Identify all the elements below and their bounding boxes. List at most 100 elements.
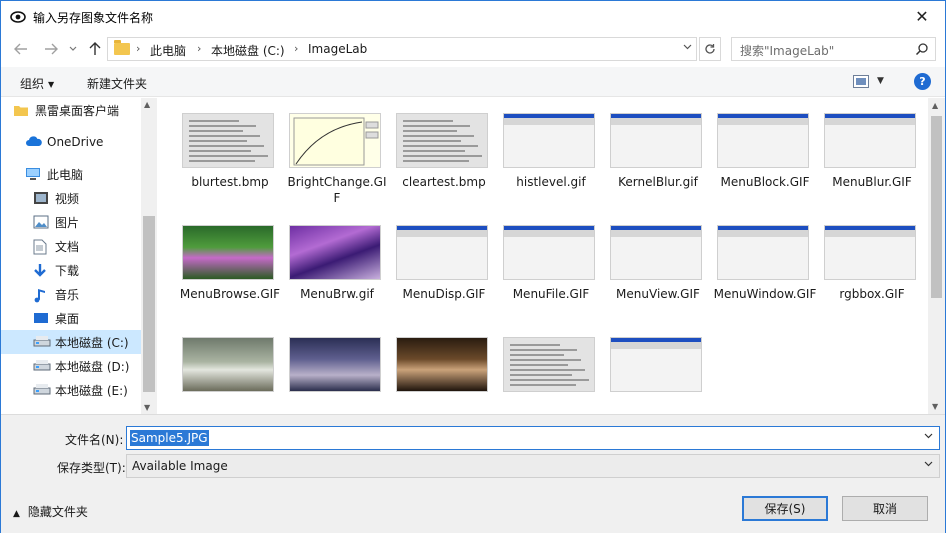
file-list-scrollbar[interactable]: ▲ ▼ xyxy=(928,98,945,414)
file-thumbnail xyxy=(610,337,702,392)
chevron-down-icon xyxy=(924,461,933,467)
refresh-button[interactable] xyxy=(699,37,721,61)
file-item[interactable]: MenuBlock.GIF xyxy=(713,98,813,208)
file-name: MenuView.GIF xyxy=(616,287,700,301)
file-thumbnail xyxy=(824,225,916,280)
arrow-right-icon xyxy=(45,43,58,55)
hide-folders-toggle[interactable]: ▲ 隐藏文件夹 xyxy=(13,503,88,520)
sidebar-item-onedrive[interactable]: OneDrive xyxy=(1,130,141,154)
breadcrumb-drive-c[interactable]: 本地磁盘 (C:) xyxy=(211,42,285,59)
scroll-down-icon[interactable]: ▼ xyxy=(144,403,150,412)
sidebar-item-item-5[interactable]: 文档 xyxy=(1,234,141,258)
file-name: MenuBrw.gif xyxy=(300,287,374,301)
sidebar-item-item-2[interactable]: 此电脑 xyxy=(1,162,141,186)
sidebar-item-item-3[interactable]: 视频 xyxy=(1,186,141,210)
back-button[interactable] xyxy=(11,39,31,59)
file-item[interactable]: KernelBlur.gif xyxy=(606,98,706,208)
file-item[interactable] xyxy=(499,322,599,414)
file-item[interactable]: rgbbox.GIF xyxy=(820,210,920,320)
file-item[interactable]: MenuBrw.gif xyxy=(285,210,385,320)
help-icon[interactable]: ? xyxy=(914,73,931,90)
file-item[interactable] xyxy=(178,322,278,414)
thumbnail-text-line xyxy=(189,130,243,132)
address-bar[interactable]: › 此电脑 › 本地磁盘 (C:) › ImageLab xyxy=(107,37,697,61)
file-item[interactable] xyxy=(285,322,385,414)
cloud-icon xyxy=(25,135,42,149)
file-item[interactable]: blurtest.bmp xyxy=(178,98,278,208)
cancel-button[interactable]: 取消 xyxy=(842,496,928,521)
breadcrumb-this-pc[interactable]: 此电脑 xyxy=(150,42,186,59)
file-item[interactable] xyxy=(392,322,492,414)
eye-icon xyxy=(10,11,26,23)
address-dropdown-button[interactable] xyxy=(683,42,692,53)
file-thumbnail xyxy=(396,225,488,280)
thumbnail-text-line xyxy=(189,135,260,137)
sidebar-item-item-0[interactable]: 黑雷桌面客户端 xyxy=(1,98,141,122)
organize-menu-button[interactable]: 组织 ▼ xyxy=(20,75,54,92)
new-folder-button[interactable]: 新建文件夹 xyxy=(87,75,147,92)
sidebar-item-item-4[interactable]: 图片 xyxy=(1,210,141,234)
filetype-dropdown-button[interactable] xyxy=(924,459,933,470)
sidebar-item-e[interactable]: 本地磁盘 (E:) xyxy=(1,378,141,402)
sidebar-item-c[interactable]: 本地磁盘 (C:) xyxy=(1,330,141,354)
filename-value[interactable]: Sample5.JPG xyxy=(130,430,209,446)
file-thumbnail xyxy=(503,337,595,392)
thumbnail-text-line xyxy=(403,135,474,137)
filename-input[interactable]: Sample5.JPG xyxy=(126,426,940,450)
search-box[interactable]: 搜索"ImageLab" xyxy=(731,37,936,61)
breadcrumb-imagelab[interactable]: ImageLab xyxy=(308,42,367,56)
thumbnail-text-line xyxy=(189,160,255,162)
arrow-left-icon xyxy=(14,43,27,55)
file-item[interactable]: MenuWindow.GIF xyxy=(713,210,816,320)
thumbnail-toolbar xyxy=(825,230,915,237)
close-button[interactable]: ✕ xyxy=(899,1,945,32)
save-button[interactable]: 保存(S) xyxy=(742,496,828,521)
filename-dropdown-button[interactable] xyxy=(924,431,933,442)
recent-dropdown-button[interactable] xyxy=(67,39,79,59)
file-name: KernelBlur.gif xyxy=(618,175,698,189)
navigation-bar: › 此电脑 › 本地磁盘 (C:) › ImageLab 搜索"ImageLab… xyxy=(1,33,945,65)
breadcrumb-separator: › xyxy=(197,42,202,55)
file-item[interactable]: MenuDisp.GIF xyxy=(392,210,492,320)
hide-folders-label: 隐藏文件夹 xyxy=(27,505,88,519)
sidebar-item-label: 本地磁盘 (D:) xyxy=(55,359,130,374)
file-name: blurtest.bmp xyxy=(191,175,269,189)
scroll-down-icon[interactable]: ▼ xyxy=(932,402,938,411)
file-name: cleartest.bmp xyxy=(402,175,486,189)
forward-button[interactable] xyxy=(41,39,61,59)
sidebar-item-label: 视频 xyxy=(55,191,80,206)
file-thumbnail xyxy=(396,337,488,392)
scroll-up-icon[interactable]: ▲ xyxy=(932,101,938,110)
view-mode-icon[interactable] xyxy=(853,75,869,88)
file-item[interactable]: MenuView.GIF xyxy=(606,210,706,320)
thumbnail-text-line xyxy=(403,140,461,142)
picture-icon xyxy=(33,215,49,229)
sidebar-item-item-6[interactable]: 下载 xyxy=(1,258,141,282)
file-item[interactable]: MenuBrowse.GIF xyxy=(178,210,280,320)
file-item[interactable]: BrightChange.GIF xyxy=(285,98,387,208)
sidebar-item-item-7[interactable]: 音乐 xyxy=(1,282,141,306)
sidebar-item-d[interactable]: 本地磁盘 (D:) xyxy=(1,354,141,378)
sidebar-scroll-thumb[interactable] xyxy=(143,216,155,392)
filetype-select[interactable]: Available Image xyxy=(126,454,940,478)
file-item[interactable]: cleartest.bmp xyxy=(392,98,492,208)
chevron-down-icon xyxy=(924,433,933,439)
file-name: MenuBlur.GIF xyxy=(832,175,912,189)
sidebar-item-label: 图片 xyxy=(55,215,80,230)
file-item[interactable]: MenuBlur.GIF xyxy=(820,98,920,208)
folder-icon xyxy=(13,103,29,117)
file-item[interactable]: MenuFile.GIF xyxy=(499,210,599,320)
thumbnail-toolbar xyxy=(825,118,915,125)
file-item[interactable] xyxy=(606,322,706,414)
sidebar-item-item-8[interactable]: 桌面 xyxy=(1,306,141,330)
file-thumbnail xyxy=(610,113,702,168)
sidebar-scrollbar[interactable]: ▲ ▼ xyxy=(141,98,157,414)
view-options-dropdown-icon[interactable]: ▼ xyxy=(877,76,884,86)
thumbnail-text-line xyxy=(189,140,247,142)
scroll-up-icon[interactable]: ▲ xyxy=(144,100,150,109)
thumbnail-text-line xyxy=(403,130,457,132)
file-item[interactable]: histlevel.gif xyxy=(499,98,599,208)
file-list-scroll-thumb[interactable] xyxy=(931,116,942,298)
file-thumbnail xyxy=(824,113,916,168)
up-button[interactable] xyxy=(85,39,105,59)
